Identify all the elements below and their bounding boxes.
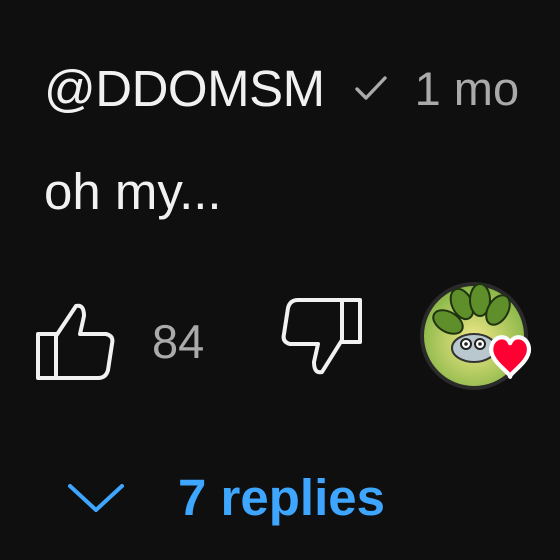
like-count: 84 (152, 315, 205, 368)
like-button[interactable] (30, 300, 126, 384)
creator-heart-icon[interactable] (414, 282, 538, 392)
thumbs-up-icon (36, 303, 115, 380)
comment-header: @DDOMSM 1 mo (44, 56, 519, 120)
chevron-down-icon (68, 483, 124, 512)
thumbs-down-icon (281, 298, 362, 375)
replies-toggle[interactable]: 7 replies (64, 468, 385, 527)
comment-time[interactable]: 1 mo (415, 61, 520, 116)
dislike-button[interactable] (268, 294, 368, 378)
check-icon (351, 68, 391, 108)
comment-author[interactable]: @DDOMSM (44, 59, 325, 118)
comment-thread: @DDOMSM 1 mo oh my... 84 7 replies (0, 0, 560, 560)
comment-actions: 84 (0, 282, 560, 390)
comment-text: oh my... (44, 163, 222, 220)
replies-label: 7 replies (178, 469, 385, 526)
